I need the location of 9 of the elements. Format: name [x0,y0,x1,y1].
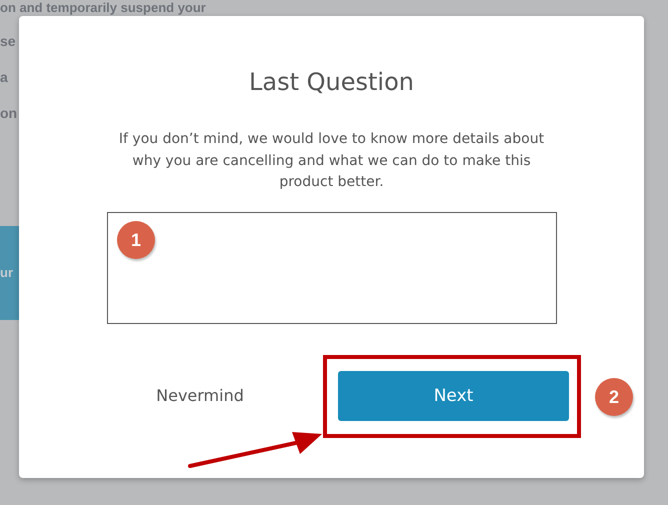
answer-box[interactable] [106,212,556,324]
background-text: on [0,104,18,123]
dialog-message: If you don’t mind, we would love to know more details about why you are cancelling and what we can do to make this product better. [118,130,546,192]
nevermind-button[interactable]: Nevermind [129,386,271,405]
next-button[interactable]: Next [338,370,569,420]
dialog-title: Last Question [249,67,414,98]
background-text: on and temporarily suspend your [0,0,206,15]
background-text: a [0,68,8,87]
background-text: se [0,32,16,51]
